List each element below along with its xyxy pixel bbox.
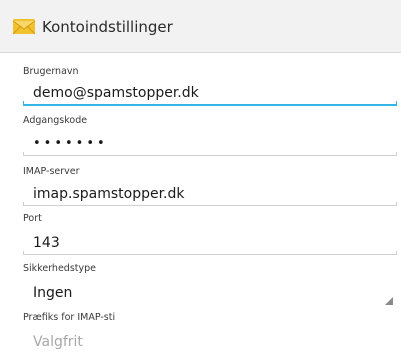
- imap-prefix-field[interactable]: Valgfrit: [23, 329, 397, 357]
- username-label: Brugernavn: [23, 66, 79, 77]
- envelope-icon[interactable]: [11, 13, 37, 39]
- action-bar: Kontoindstillinger: [0, 0, 401, 53]
- password-value: •••••••: [33, 136, 108, 151]
- imap-server-tick-left: [23, 202, 24, 206]
- password-label: Adgangskode: [23, 115, 88, 126]
- username-field[interactable]: demo@spamstopper.dk: [23, 80, 397, 108]
- port-field[interactable]: 143: [23, 230, 397, 258]
- port-underline: [23, 254, 397, 255]
- port-label: Port: [23, 213, 42, 224]
- imap-prefix-placeholder: Valgfrit: [33, 334, 83, 350]
- imap-server-field[interactable]: imap.spamstopper.dk: [23, 181, 397, 209]
- imap-server-tick-right: [396, 202, 397, 206]
- password-tick-right: [396, 152, 397, 156]
- username-underline: [23, 104, 397, 106]
- imap-server-value: imap.spamstopper.dk: [33, 186, 185, 202]
- port-tick-left: [23, 251, 24, 255]
- password-field[interactable]: •••••••: [23, 131, 397, 159]
- imap-prefix-label: Præfiks for IMAP-sti: [23, 312, 116, 323]
- username-tick-right: [396, 101, 397, 105]
- port-value: 143: [33, 235, 60, 251]
- security-type-label: Sikkerhedstype: [23, 263, 96, 274]
- page-title: Kontoindstillinger: [42, 18, 173, 36]
- password-tick-left: [23, 152, 24, 156]
- imap-server-underline: [23, 205, 397, 206]
- security-type-value: Ingen: [33, 285, 73, 301]
- username-value: demo@spamstopper.dk: [33, 85, 199, 101]
- imap-server-label: IMAP-server: [23, 166, 80, 177]
- security-type-select[interactable]: Ingen: [23, 280, 397, 308]
- username-tick-left: [23, 101, 24, 105]
- password-underline: [23, 155, 397, 156]
- port-tick-right: [396, 251, 397, 255]
- dropdown-arrow-icon: [385, 297, 393, 305]
